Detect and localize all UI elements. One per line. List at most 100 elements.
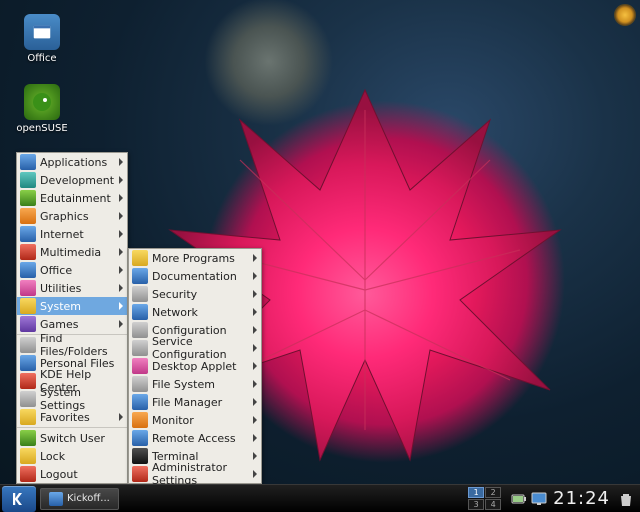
sysmenu-item-more-programs[interactable]: More Programs: [129, 249, 261, 267]
submenu-arrow-icon: [119, 320, 123, 328]
desktop-icon-opensuse[interactable]: openSUSE: [14, 84, 70, 134]
menu-item-label: Switch User: [40, 432, 105, 445]
trash-icon[interactable]: [618, 491, 634, 507]
menu-item-label: Internet: [40, 228, 84, 241]
menu-item-icon: [132, 412, 148, 428]
menu-item-icon: [20, 355, 36, 371]
appmenu-item-logout[interactable]: Logout: [17, 465, 127, 483]
appmenu-item-system[interactable]: System: [17, 297, 127, 315]
appmenu-item-graphics[interactable]: Graphics: [17, 207, 127, 225]
submenu-arrow-icon: [119, 176, 123, 184]
sysmenu-item-administrator-settings[interactable]: Administrator Settings: [129, 465, 261, 483]
appmenu-item-lock[interactable]: Lock: [17, 447, 127, 465]
appmenu-item-system-settings[interactable]: System Settings: [17, 390, 127, 408]
menu-item-icon: [20, 409, 36, 425]
sysmenu-item-monitor[interactable]: Monitor: [129, 411, 261, 429]
menu-item-icon: [20, 244, 36, 260]
appmenu-item-internet[interactable]: Internet: [17, 225, 127, 243]
appmenu-item-applications[interactable]: Applications: [17, 153, 127, 171]
menu-item-label: File Manager: [152, 396, 222, 409]
submenu-arrow-icon: [119, 194, 123, 202]
pager-desktop-4[interactable]: 4: [485, 499, 501, 510]
menu-separator: [17, 427, 127, 428]
appmenu-item-games[interactable]: Games: [17, 315, 127, 333]
sysmenu-item-service-configuration[interactable]: Service Configuration: [129, 339, 261, 357]
menu-item-icon: [20, 172, 36, 188]
menu-item-icon: [20, 298, 36, 314]
desktop-icon-office[interactable]: Office: [14, 14, 70, 64]
plasma-cashew-icon[interactable]: [614, 4, 636, 26]
appmenu-item-multimedia[interactable]: Multimedia: [17, 243, 127, 261]
submenu-arrow-icon: [119, 413, 123, 421]
task-icon: [49, 492, 63, 506]
menu-item-icon: [20, 226, 36, 242]
appmenu-item-office[interactable]: Office: [17, 261, 127, 279]
menu-item-icon: [20, 448, 36, 464]
taskbar-clock[interactable]: 21:24: [553, 488, 610, 509]
submenu-arrow-icon: [253, 290, 257, 298]
sysmenu-item-documentation[interactable]: Documentation: [129, 267, 261, 285]
submenu-arrow-icon: [253, 434, 257, 442]
submenu-arrow-icon: [253, 254, 257, 262]
menu-item-icon: [132, 430, 148, 446]
display-icon[interactable]: [531, 492, 547, 506]
menu-item-icon: [132, 286, 148, 302]
menu-item-icon: [132, 250, 148, 266]
menu-item-label: Graphics: [40, 210, 89, 223]
menu-item-icon: [132, 322, 148, 338]
task-label: Kickoff...: [67, 493, 110, 504]
appmenu-item-utilities[interactable]: Utilities: [17, 279, 127, 297]
menu-item-icon: [20, 391, 36, 407]
desktop-icon-label: Office: [14, 53, 70, 64]
menu-item-label: Remote Access: [152, 432, 236, 445]
submenu-arrow-icon: [119, 230, 123, 238]
submenu-arrow-icon: [253, 326, 257, 334]
menu-item-label: Lock: [40, 450, 65, 463]
opensuse-icon: [24, 84, 60, 120]
appmenu-item-favorites[interactable]: Favorites: [17, 408, 127, 426]
submenu-arrow-icon: [253, 308, 257, 316]
appmenu-item-find-files-folders[interactable]: Find Files/Folders: [17, 336, 127, 354]
menu-item-icon: [20, 280, 36, 296]
battery-icon[interactable]: [511, 492, 527, 506]
sysmenu-item-file-manager[interactable]: File Manager: [129, 393, 261, 411]
sysmenu-item-desktop-applet[interactable]: Desktop Applet: [129, 357, 261, 375]
menu-item-label: Office: [40, 264, 72, 277]
sysmenu-item-remote-access[interactable]: Remote Access: [129, 429, 261, 447]
menu-item-icon: [20, 430, 36, 446]
menu-item-label: Monitor: [152, 414, 194, 427]
pager-desktop-3[interactable]: 3: [468, 499, 484, 510]
menu-item-label: File System: [152, 378, 215, 391]
pager-desktop-1[interactable]: 1: [468, 487, 484, 498]
sysmenu-item-network[interactable]: Network: [129, 303, 261, 321]
submenu-arrow-icon: [253, 380, 257, 388]
appmenu-item-edutainment[interactable]: Edutainment: [17, 189, 127, 207]
submenu-arrow-icon: [119, 284, 123, 292]
menu-item-label: Logout: [40, 468, 78, 481]
desktop-icon-label: openSUSE: [14, 123, 70, 134]
menu-item-icon: [132, 376, 148, 392]
menu-item-label: Games: [40, 318, 78, 331]
menu-item-icon: [20, 337, 36, 353]
appmenu-item-switch-user[interactable]: Switch User: [17, 429, 127, 447]
submenu-arrow-icon: [253, 362, 257, 370]
menu-item-label: Documentation: [152, 270, 237, 283]
menu-item-icon: [132, 394, 148, 410]
menu-item-label: Development: [40, 174, 114, 187]
kickoff-launcher-button[interactable]: [2, 486, 36, 512]
submenu-arrow-icon: [253, 452, 257, 460]
pager-desktop-2[interactable]: 2: [485, 487, 501, 498]
menu-item-label: Utilities: [40, 282, 81, 295]
menu-item-icon: [20, 316, 36, 332]
sysmenu-item-security[interactable]: Security: [129, 285, 261, 303]
menu-item-icon: [132, 358, 148, 374]
menu-item-icon: [20, 466, 36, 482]
taskbar: Kickoff... 1234 21:24: [0, 484, 640, 512]
sysmenu-item-file-system[interactable]: File System: [129, 375, 261, 393]
taskbar-entry-kickoff[interactable]: Kickoff...: [40, 488, 119, 510]
menu-item-icon: [132, 268, 148, 284]
menu-item-icon: [20, 208, 36, 224]
submenu-arrow-icon: [253, 416, 257, 424]
menu-item-icon: [20, 373, 36, 389]
appmenu-item-development[interactable]: Development: [17, 171, 127, 189]
